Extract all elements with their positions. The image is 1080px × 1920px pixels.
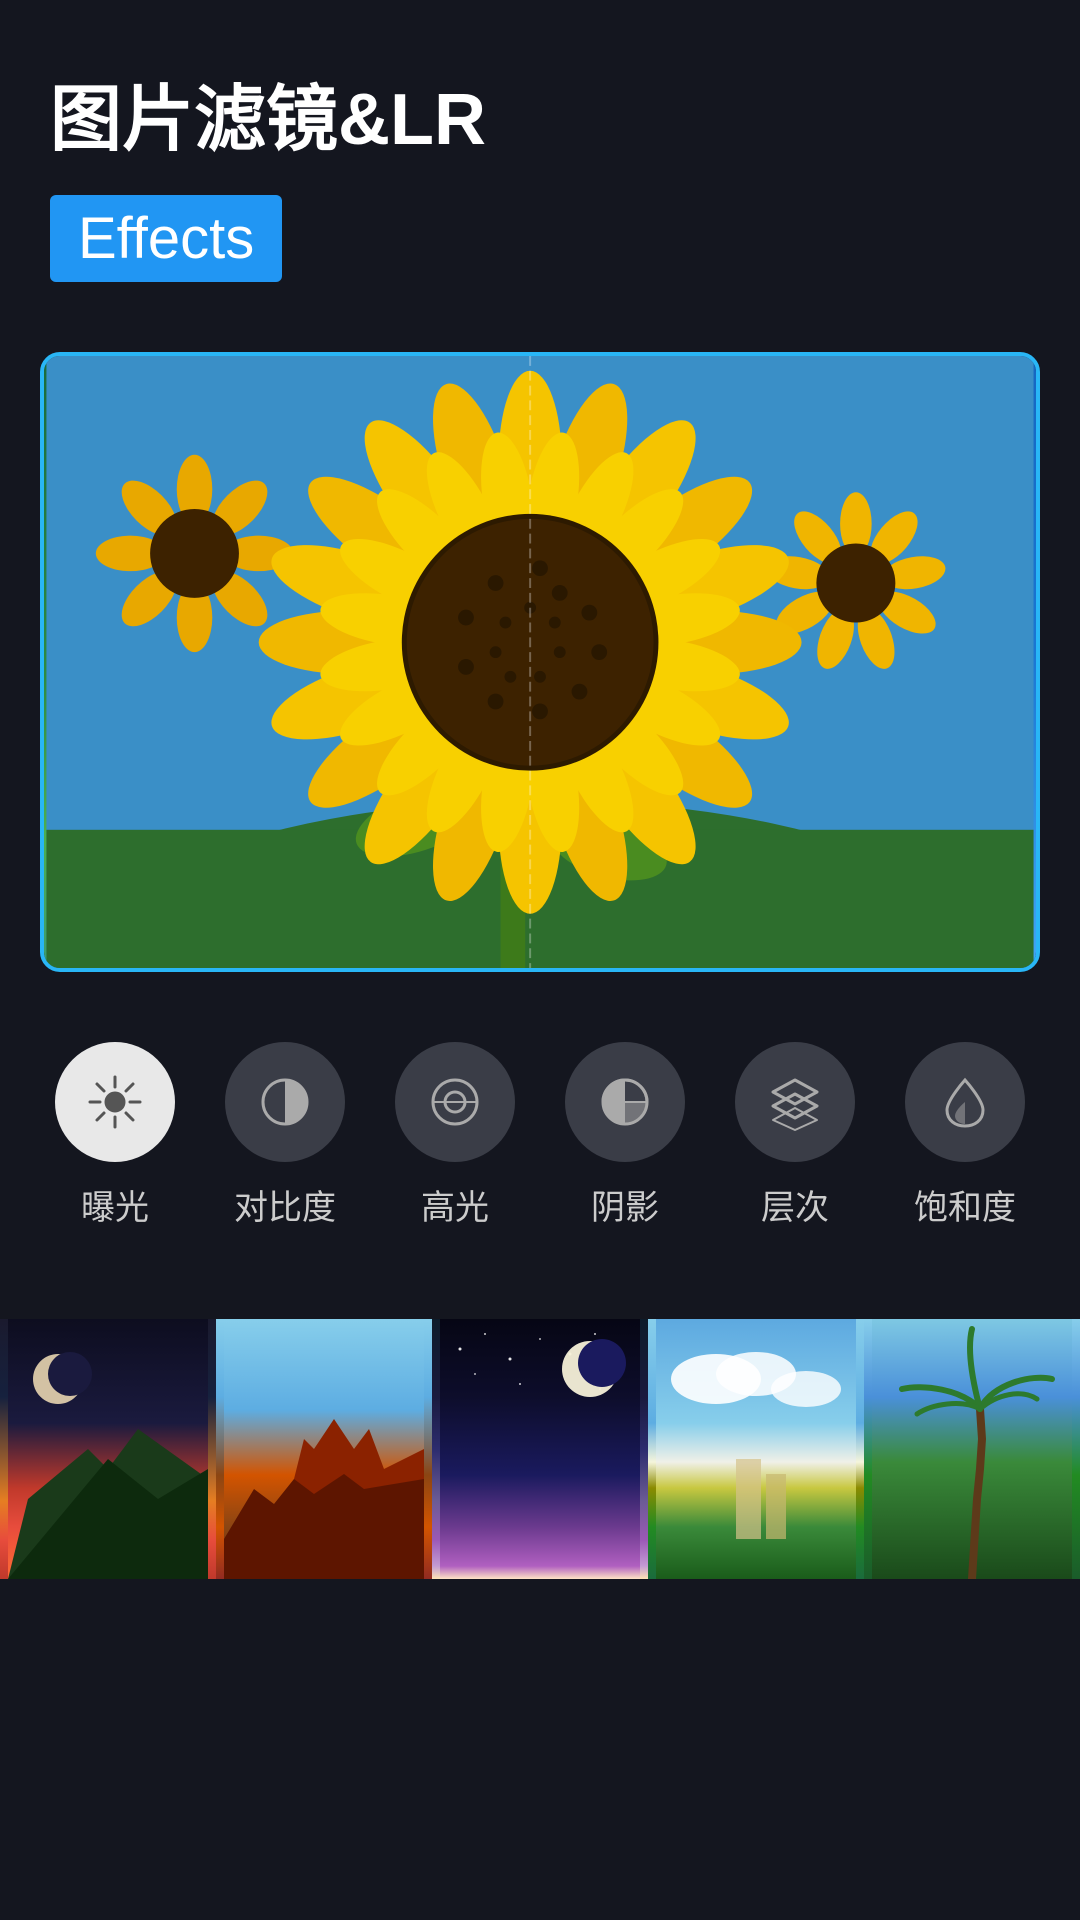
filter-thumb-inner-2	[216, 1319, 432, 1579]
sunflower-image	[44, 356, 1036, 968]
highlight-icon	[425, 1072, 485, 1132]
filter-thumb-2[interactable]	[216, 1319, 432, 1579]
filter-thumb-5[interactable]	[864, 1319, 1080, 1579]
control-item-layers: 层次	[735, 1042, 855, 1229]
shadow-icon	[595, 1072, 655, 1132]
header: 图片滤镜&LR Effects	[0, 0, 1080, 332]
controls-section: 曝光 对比度 高光	[0, 992, 1080, 1279]
highlight-button[interactable]	[395, 1042, 515, 1162]
filter-thumb-3[interactable]	[432, 1319, 648, 1579]
drop-icon	[935, 1072, 995, 1132]
shadow-button[interactable]	[565, 1042, 685, 1162]
control-item-exposure: 曝光	[55, 1042, 175, 1229]
main-image-container	[40, 352, 1040, 972]
filter-thumb-inner-1	[0, 1319, 216, 1579]
highlight-label: 高光	[421, 1180, 489, 1229]
filter-thumb-4[interactable]	[648, 1319, 864, 1579]
layers-label: 层次	[761, 1180, 829, 1229]
layers-button[interactable]	[735, 1042, 855, 1162]
contrast-button[interactable]	[225, 1042, 345, 1162]
filter-thumb-inner-4	[648, 1319, 864, 1579]
saturation-button[interactable]	[905, 1042, 1025, 1162]
contrast-label: 对比度	[234, 1180, 336, 1229]
layers-icon	[765, 1072, 825, 1132]
sun-icon	[85, 1072, 145, 1132]
control-item-saturation: 饱和度	[905, 1042, 1025, 1229]
saturation-label: 饱和度	[914, 1180, 1016, 1229]
app-title: 图片滤镜&LR	[50, 60, 1030, 165]
filter-thumb-inner-5	[864, 1319, 1080, 1579]
sunflower-svg	[44, 356, 1036, 968]
filter-thumbnails	[0, 1319, 1080, 1579]
exposure-label: 曝光	[81, 1180, 149, 1229]
shadow-label: 阴影	[591, 1180, 659, 1229]
controls-row: 曝光 对比度 高光	[30, 1042, 1050, 1229]
exposure-button[interactable]	[55, 1042, 175, 1162]
control-item-shadow: 阴影	[565, 1042, 685, 1229]
effects-badge: Effects	[50, 195, 282, 282]
filter-thumb-inner-3	[432, 1319, 648, 1579]
filter-thumb-1[interactable]	[0, 1319, 216, 1579]
control-item-highlight: 高光	[395, 1042, 515, 1229]
contrast-icon	[255, 1072, 315, 1132]
control-item-contrast: 对比度	[225, 1042, 345, 1229]
